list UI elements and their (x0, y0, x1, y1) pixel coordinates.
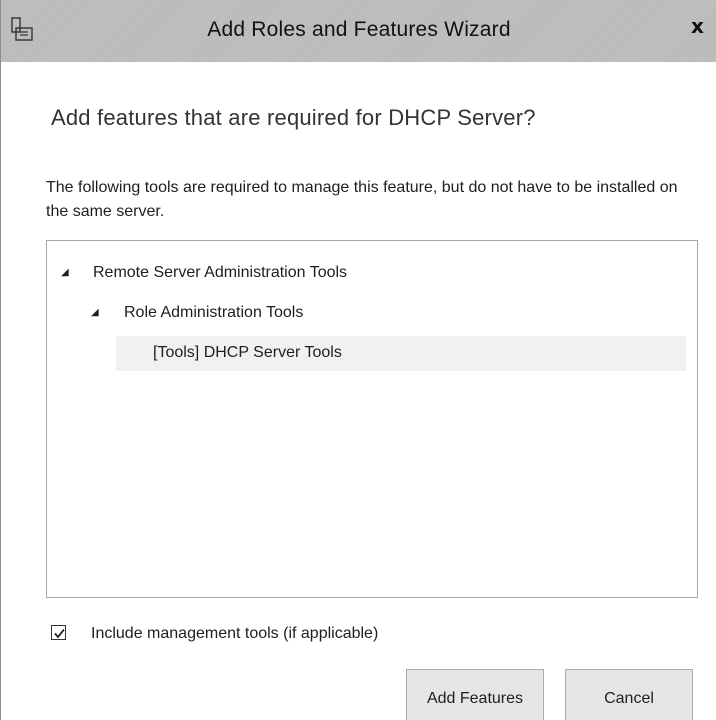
cancel-button[interactable]: Cancel (565, 669, 693, 720)
close-button[interactable]: x (691, 10, 716, 42)
wizard-dialog: Add Roles and Features Wizard x Add feat… (0, 0, 716, 720)
collapse-arrow-icon[interactable]: ◢ (91, 296, 105, 330)
tree-item-dhcp-server-tools[interactable]: [Tools] DHCP Server Tools (47, 336, 687, 370)
include-management-tools-checkbox[interactable] (51, 625, 66, 640)
dialog-description: The following tools are required to mana… (46, 179, 678, 220)
add-features-button[interactable]: Add Features (406, 669, 544, 720)
tree-item-label: Remote Server Administration Tools (93, 264, 348, 281)
tree-item-remote-server-administration-tools[interactable]: ◢ Remote Server Administration Tools (47, 256, 687, 290)
tree-item-label: [Tools] DHCP Server Tools (153, 344, 342, 361)
dialog-heading: Add features that are required for DHCP … (51, 105, 536, 130)
title-bar[interactable]: Add Roles and Features Wizard x (1, 0, 716, 62)
include-management-tools-label: Include management tools (if applicable) (91, 625, 379, 642)
checkmark-icon (54, 628, 65, 639)
tree-item-role-administration-tools[interactable]: ◢ Role Administration Tools (47, 296, 687, 330)
window-title: Add Roles and Features Wizard (207, 18, 511, 41)
tree-item-label: Role Administration Tools (124, 304, 304, 321)
collapse-arrow-icon[interactable]: ◢ (61, 256, 75, 290)
feature-tree[interactable]: ◢ Remote Server Administration Tools ◢ R… (46, 240, 698, 598)
